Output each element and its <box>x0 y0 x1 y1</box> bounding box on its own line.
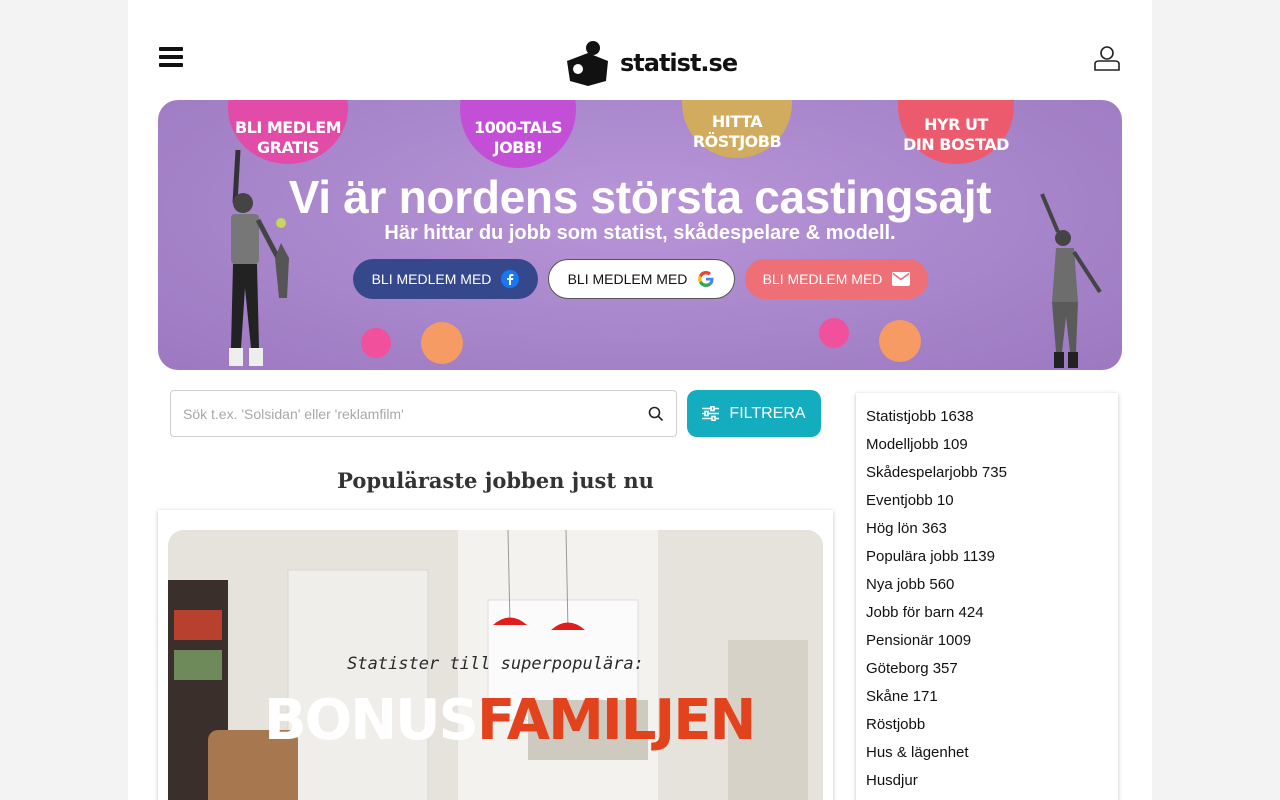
sidebar-item-nya-jobb[interactable]: Nya jobb 560 <box>856 574 1118 602</box>
signup-facebook-label: BLI MEDLEM MED <box>371 271 492 287</box>
signup-email-button[interactable]: BLI MEDLEM MED <box>745 259 928 299</box>
sidebar-item-jobb-for-barn[interactable]: Jobb för barn 424 <box>856 602 1118 630</box>
signup-google-label: BLI MEDLEM MED <box>567 271 688 287</box>
filter-label: FILTRERA <box>729 404 806 422</box>
decor-dot <box>879 320 921 362</box>
bubble-rostjobb: HITTA RÖSTJOBB <box>682 100 792 158</box>
sidebar-item-goteborg[interactable]: Göteborg 357 <box>856 658 1118 686</box>
sidebar-item-husdjur[interactable]: Husdjur <box>856 770 1118 798</box>
signup-email-label: BLI MEDLEM MED <box>762 271 883 287</box>
job-card-image[interactable]: Statister till superpopulära: BONUSFAMIL… <box>168 530 823 800</box>
hero-title: Vi är nordens största castingsajt <box>288 171 992 223</box>
logo-text: statist.se <box>620 49 738 77</box>
decor-dot <box>819 318 849 348</box>
sidebar-item-skane[interactable]: Skåne 171 <box>856 686 1118 714</box>
bubble-jobb: 1000-TALS JOBB! <box>460 100 576 168</box>
signup-google-button[interactable]: BLI MEDLEM MED <box>548 259 735 299</box>
search-box <box>170 390 677 437</box>
search-input[interactable] <box>183 403 623 425</box>
hero-subtitle: Här hittar du jobb som statist, skådespe… <box>384 222 896 244</box>
hamburger-menu-icon[interactable] <box>159 47 183 71</box>
filter-button[interactable]: FILTRERA <box>687 390 821 437</box>
sidebar-item-skadespelarjobb[interactable]: Skådespelarjobb 735 <box>856 462 1118 490</box>
google-icon <box>697 270 715 288</box>
sidebar-item-rostjobb[interactable]: Röstjobb <box>856 714 1118 742</box>
popular-jobs-heading: Populäraste jobben just nu <box>337 468 654 493</box>
job-card-tagline: Statister till superpopulära: <box>347 654 644 674</box>
decor-dot <box>421 322 463 364</box>
sidebar-item-populara-jobb[interactable]: Populära jobb 1139 <box>856 546 1118 574</box>
decor-dot <box>361 328 391 358</box>
hero-banner: BLI MEDLEM GRATIS 1000-TALS JOBB! HITTA RÖS… <box>158 100 1122 370</box>
user-profile-icon[interactable] <box>1092 44 1122 74</box>
signup-facebook-button[interactable]: BLI MEDLEM MED <box>353 259 538 299</box>
page-container: statist.se BLI MEDLEM GRATIS 1000-TALS JOB… <box>128 0 1152 800</box>
sidebar-item-hog-lon[interactable]: Hög lön 363 <box>856 518 1118 546</box>
sidebar-item-eventjobb[interactable]: Eventjobb 10 <box>856 490 1118 518</box>
facebook-icon <box>501 270 520 288</box>
sidebar-item-modelljobb[interactable]: Modelljobb 109 <box>856 434 1118 462</box>
brand-word-bonus: BONUS <box>264 688 479 753</box>
job-card: Statister till superpopulära: BONUSFAMIL… <box>158 510 833 800</box>
brand-word-familjen: FAMILJEN <box>476 688 756 753</box>
sidebar-item-pensionar[interactable]: Pensionär 1009 <box>856 630 1118 658</box>
logo-mark-icon <box>567 41 608 86</box>
site-logo[interactable]: statist.se <box>564 38 738 88</box>
envelope-icon <box>892 272 911 286</box>
job-card-brand: BONUSFAMILJEN <box>264 688 756 753</box>
search-icon[interactable] <box>648 406 664 422</box>
category-sidebar: Statistjobb 1638 Modelljobb 109 Skådespe… <box>856 393 1118 800</box>
bubble-hyr-ut: HYR UT DIN BOSTAD <box>898 100 1014 164</box>
sidebar-item-statistjobb[interactable]: Statistjobb 1638 <box>856 406 1118 434</box>
sliders-icon <box>702 406 720 421</box>
sidebar-item-hus-lagenhet[interactable]: Hus & lägenhet <box>856 742 1118 770</box>
